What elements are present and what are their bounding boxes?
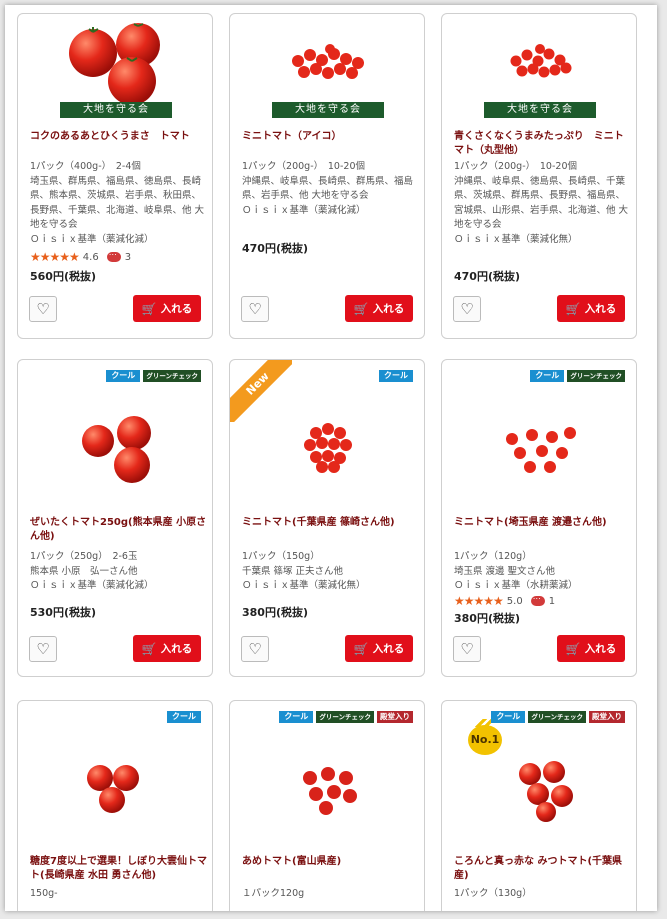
product-name[interactable]: コクのあるあとひくうまさ トマト bbox=[30, 130, 208, 144]
heart-icon[interactable]: ♡ bbox=[241, 636, 269, 662]
product-spec: 1パック（150g） 千葉県 篠塚 正夫さん他 Ｏｉｓｉｘ基準（薬減化無） bbox=[242, 551, 366, 591]
product-spec: 1パック（130g） bbox=[454, 888, 532, 899]
daichi-label: 大地を守る会 bbox=[272, 102, 384, 118]
cart-icon: 🛒 bbox=[353, 641, 369, 656]
price: 530円(税抜) bbox=[30, 606, 97, 619]
green-check-badge: グリーンチェック bbox=[567, 370, 625, 382]
product-card[interactable]: No.1 クール グリーンチェック 殿堂入り ころんと真っ赤な みつトマト(千葉… bbox=[441, 700, 637, 911]
price: 380円(税抜) bbox=[242, 606, 309, 619]
daichi-label: 大地を守る会 bbox=[60, 102, 172, 118]
product-spec: 1パック（120g） 埼玉県 渡邊 聖文さん他 Ｏｉｓｉｘ基準（水耕薬減） bbox=[454, 551, 578, 591]
star-icon: ★★★★★ bbox=[454, 594, 504, 608]
product-card[interactable]: 大地を守る会 コクのあるあとひくうまさ トマト 1パック（400g-） 2-4個… bbox=[17, 13, 213, 339]
price: 560円(税抜) bbox=[30, 270, 97, 283]
product-image[interactable] bbox=[58, 739, 174, 827]
product-image[interactable] bbox=[270, 739, 386, 827]
product-name[interactable]: ぜいたくトマト250g(熊本県産 小原さん他) bbox=[30, 516, 208, 544]
product-image[interactable] bbox=[270, 400, 386, 488]
product-spec: 1パック（250g） 2-6玉 熊本県 小原 弘一さん他 Ｏｉｓｉｘ基準（薬減化… bbox=[30, 551, 154, 591]
speech-bubble-icon bbox=[106, 248, 121, 262]
heart-icon[interactable]: ♡ bbox=[241, 296, 269, 322]
hall-of-fame-badge: 殿堂入り bbox=[589, 711, 625, 723]
cool-badge: クール bbox=[530, 370, 565, 382]
product-name[interactable]: あめトマト(富山県産) bbox=[242, 855, 420, 869]
add-to-cart-button[interactable]: 🛒 入れる bbox=[133, 295, 201, 322]
cart-icon: 🛒 bbox=[353, 301, 369, 316]
product-image[interactable] bbox=[58, 20, 174, 108]
product-spec: 1パック（200g-） 10-20個 沖縄県、岐阜県、長崎県、群馬県、福島県、岩… bbox=[242, 161, 414, 216]
heart-icon[interactable]: ♡ bbox=[29, 296, 57, 322]
hall-of-fame-badge: 殿堂入り bbox=[377, 711, 413, 723]
add-to-cart-button[interactable]: 🛒 入れる bbox=[133, 635, 201, 662]
product-spec: 1パック（400g-） 2-4個 埼玉県、群馬県、福島県、徳島県、長崎県、熊本県… bbox=[30, 161, 205, 245]
product-image[interactable] bbox=[270, 24, 386, 112]
product-card[interactable]: クール グリーンチェック ぜいたくトマト250g(熊本県産 小原さん他) 1パッ… bbox=[17, 359, 213, 677]
product-name[interactable]: ころんと真っ赤な みつトマト(千葉県産) bbox=[454, 855, 632, 883]
add-to-cart-button[interactable]: 🛒 入れる bbox=[345, 635, 413, 662]
green-check-badge: グリーンチェック bbox=[528, 711, 586, 723]
product-card[interactable]: 大地を守る会 ミニトマト（アイコ） 1パック（200g-） 10-20個 沖縄県… bbox=[229, 13, 425, 339]
cool-badge: クール bbox=[167, 711, 201, 723]
green-check-badge: グリーンチェック bbox=[143, 370, 201, 382]
heart-icon[interactable]: ♡ bbox=[453, 296, 481, 322]
cool-badge: クール bbox=[106, 370, 141, 382]
product-spec: 1パック（200g-） 10-20個 沖縄県、岐阜県、徳島県、長崎県、千葉県、茨… bbox=[454, 161, 629, 245]
product-card[interactable]: クール グリーンチェック ミニトマト(埼玉県産 渡邉さん他) 1パック（120g… bbox=[441, 359, 637, 677]
cart-icon: 🛒 bbox=[565, 301, 581, 316]
product-name[interactable]: ミニトマト(千葉県産 篠崎さん他) bbox=[242, 516, 420, 530]
cool-badge: クール bbox=[491, 711, 526, 723]
cart-icon: 🛒 bbox=[565, 641, 581, 656]
heart-icon[interactable]: ♡ bbox=[453, 636, 481, 662]
speech-bubble-icon bbox=[530, 592, 545, 606]
product-spec: １パック120g bbox=[242, 888, 305, 899]
green-check-badge: グリーンチェック bbox=[316, 711, 374, 723]
price: 380円(税抜) bbox=[454, 612, 521, 625]
product-card[interactable]: 大地を守る会 青くさくなくうまみたっぷり ミニトマト（丸型他） 1パック（200… bbox=[441, 13, 637, 339]
product-image[interactable] bbox=[482, 24, 598, 112]
cart-icon: 🛒 bbox=[141, 641, 157, 656]
rating[interactable]: ★★★★★ 4.6 3 bbox=[30, 248, 131, 264]
product-image[interactable] bbox=[58, 400, 174, 488]
product-image[interactable] bbox=[482, 739, 598, 827]
cool-badge: クール bbox=[279, 711, 314, 723]
add-to-cart-button[interactable]: 🛒 入れる bbox=[557, 635, 625, 662]
product-name[interactable]: ミニトマト（アイコ） bbox=[242, 130, 420, 144]
product-card[interactable]: クール グリーンチェック 殿堂入り あめトマト(富山県産) １パック120g bbox=[229, 700, 425, 911]
product-grid-page: 大地を守る会 コクのあるあとひくうまさ トマト 1パック（400g-） 2-4個… bbox=[5, 5, 657, 911]
rating[interactable]: ★★★★★ 5.0 1 bbox=[454, 592, 555, 608]
add-to-cart-button[interactable]: 🛒 入れる bbox=[345, 295, 413, 322]
product-name[interactable]: ミニトマト(埼玉県産 渡邉さん他) bbox=[454, 516, 632, 530]
product-card[interactable]: New クール ミニトマト(千葉県産 篠崎さん他) 1パック（150g） 千葉県… bbox=[229, 359, 425, 677]
price: 470円(税抜) bbox=[454, 270, 521, 283]
cool-badge: クール bbox=[379, 370, 413, 382]
product-name[interactable]: 青くさくなくうまみたっぷり ミニトマト（丸型他） bbox=[454, 130, 632, 158]
star-icon: ★★★★★ bbox=[30, 250, 80, 264]
product-name[interactable]: 糖度7度以上で選果！しぼり大雲仙トマト(長崎県産 水田 勇さん他) bbox=[30, 855, 208, 883]
product-card[interactable]: クール 糖度7度以上で選果！しぼり大雲仙トマト(長崎県産 水田 勇さん他) 15… bbox=[17, 700, 213, 911]
product-spec: 150g- bbox=[30, 888, 58, 899]
product-image[interactable] bbox=[482, 400, 598, 488]
add-to-cart-button[interactable]: 🛒 入れる bbox=[557, 295, 625, 322]
daichi-label: 大地を守る会 bbox=[484, 102, 596, 118]
cart-icon: 🛒 bbox=[141, 301, 157, 316]
heart-icon[interactable]: ♡ bbox=[29, 636, 57, 662]
price: 470円(税抜) bbox=[242, 242, 309, 255]
